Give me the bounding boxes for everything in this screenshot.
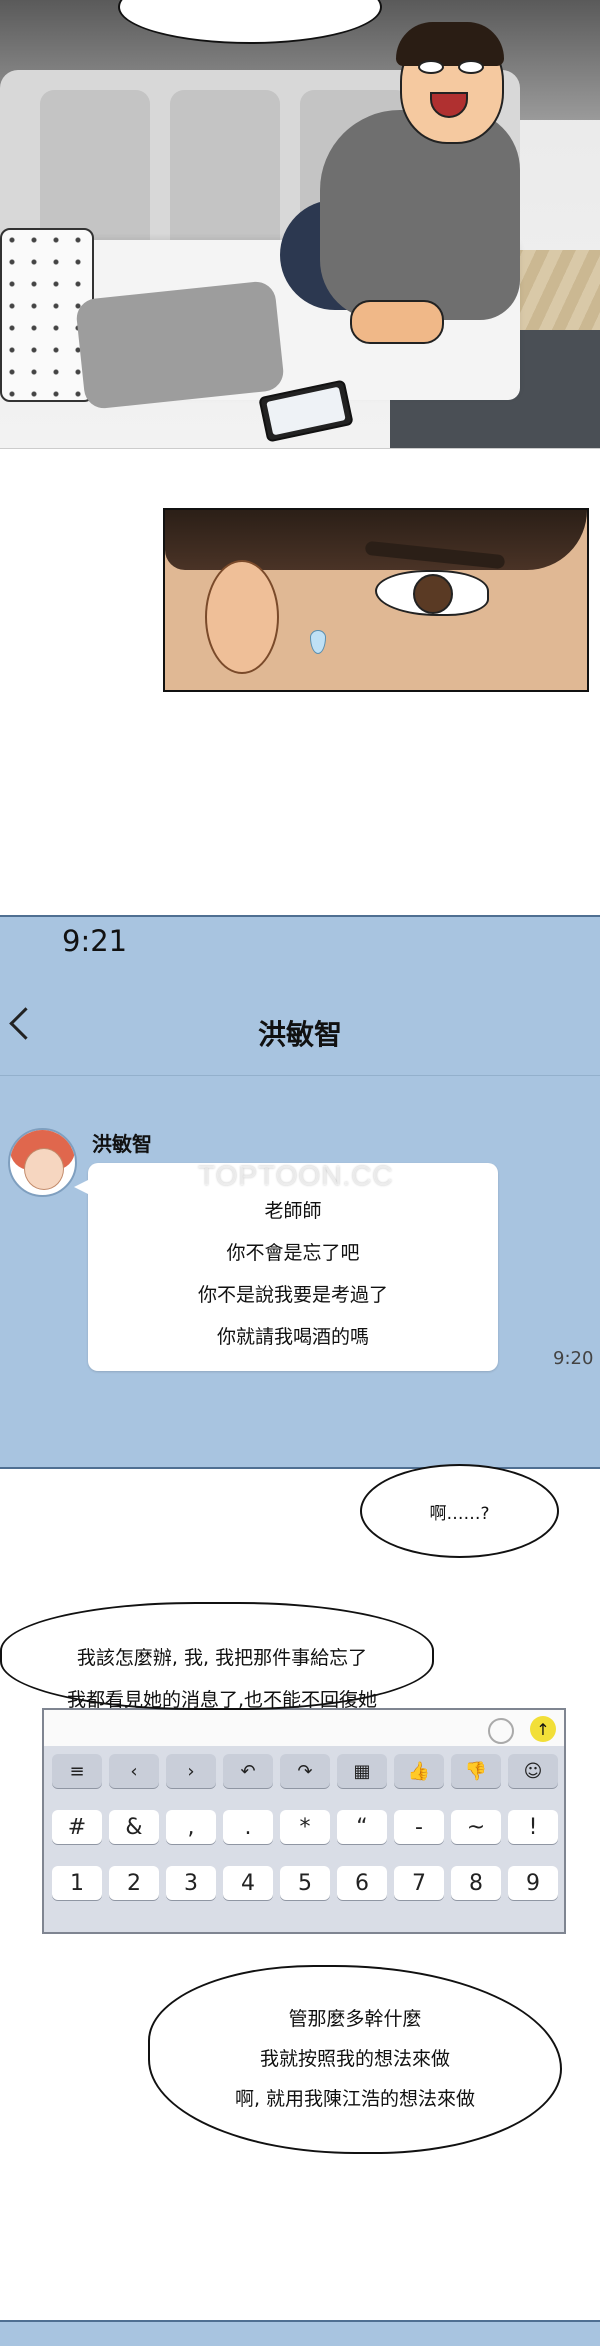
keyboard-toolbar-row: ≡ ‹ › ↶ ↷ ▦ 👍 👎 ☺: [44, 1754, 564, 1788]
character-eye: [418, 60, 444, 74]
message-timestamp: 9:20: [553, 1348, 594, 1369]
key[interactable]: 5: [280, 1866, 330, 1900]
cursor-left-key[interactable]: ‹: [109, 1754, 159, 1788]
grey-pillow: [74, 279, 286, 411]
key[interactable]: .: [223, 1810, 273, 1844]
key[interactable]: 4: [223, 1866, 273, 1900]
closeup-iris: [413, 574, 453, 614]
closeup-hair: [165, 510, 587, 570]
undo-key[interactable]: ↶: [223, 1754, 273, 1788]
speech-text-worried: 我該怎麼辦, 我, 我把那件事給忘了 我都看見她的消息了,也不能不回復她: [22, 1637, 422, 1721]
speech-line: 我該怎麼辦, 我, 我把那件事給忘了: [76, 1647, 368, 1669]
avatar[interactable]: [8, 1128, 77, 1197]
key[interactable]: 2: [109, 1866, 159, 1900]
menu-key[interactable]: ≡: [52, 1754, 102, 1788]
thought-bubble: 啊……?: [360, 1464, 559, 1558]
character-hair: [396, 22, 504, 66]
key[interactable]: 1: [52, 1866, 102, 1900]
message-line: 你就請我喝酒的嗎: [216, 1326, 369, 1348]
key[interactable]: !: [508, 1810, 558, 1844]
key[interactable]: *: [280, 1810, 330, 1844]
speech-line: 我就按照我的想法來做: [259, 2048, 450, 2070]
key[interactable]: 3: [166, 1866, 216, 1900]
character-body: [320, 110, 520, 320]
phone-keyboard: ↑ ≡ ‹ › ↶ ↷ ▦ 👍 👎 ☺ # & , . * “ - ~ ! 1 …: [42, 1708, 566, 1934]
comic-panel-closeup: [163, 508, 589, 692]
watermark: TOPTOON.CC: [198, 1160, 394, 1191]
key[interactable]: 9: [508, 1866, 558, 1900]
message-line: 你不是說我要是考過了: [197, 1284, 388, 1306]
key[interactable]: #: [52, 1810, 102, 1844]
key[interactable]: ,: [166, 1810, 216, 1844]
avatar-face: [24, 1148, 64, 1190]
keyboard-number-row: 1 2 3 4 5 6 7 8 9: [44, 1866, 564, 1900]
message-line: 你不會是忘了吧: [226, 1242, 360, 1264]
key[interactable]: 7: [394, 1866, 444, 1900]
comic-panel-living-room: [0, 0, 600, 449]
emoji-key[interactable]: ☺: [508, 1754, 558, 1788]
character-feet: [350, 300, 444, 344]
character-eye: [458, 60, 484, 74]
thumbs-down-key[interactable]: 👎: [451, 1754, 501, 1788]
message-text: 老師師 你不會是忘了吧 你不是說我要是考過了 你就請我喝酒的嗎: [88, 1190, 498, 1358]
keyboard-symbol-row: # & , . * “ - ~ !: [44, 1810, 564, 1844]
speech-text-decision: 管那麼多幹什麼 我就按照我的想法來做 啊, 就用我陳江浩的想法來做: [160, 1999, 550, 2119]
send-arrow-icon: ↑: [536, 1719, 550, 1739]
speech-line: 啊, 就用我陳江浩的想法來做: [234, 2088, 476, 2110]
header-divider: [0, 1075, 600, 1076]
closeup-ear: [205, 560, 279, 674]
key[interactable]: 8: [451, 1866, 501, 1900]
send-button[interactable]: ↑: [530, 1716, 556, 1742]
speech-line: 管那麼多幹什麼: [288, 2008, 422, 2030]
sender-name: 洪敏智: [92, 1132, 152, 1156]
key[interactable]: &: [109, 1810, 159, 1844]
calendar-key[interactable]: ▦: [337, 1754, 387, 1788]
thought-text: 啊……?: [429, 1503, 490, 1524]
next-panel-edge: [0, 2320, 600, 2346]
redo-key[interactable]: ↷: [280, 1754, 330, 1788]
key[interactable]: -: [394, 1810, 444, 1844]
chat-title: 洪敏智: [257, 1018, 342, 1051]
sweat-drop-icon: [310, 630, 326, 654]
key[interactable]: 6: [337, 1866, 387, 1900]
key[interactable]: “: [337, 1810, 387, 1844]
emoji-icon[interactable]: [488, 1718, 514, 1744]
thumbs-up-key[interactable]: 👍: [394, 1754, 444, 1788]
status-time: 9:21: [62, 924, 128, 958]
message-line: 老師師: [264, 1200, 322, 1222]
key[interactable]: ~: [451, 1810, 501, 1844]
cursor-right-key[interactable]: ›: [166, 1754, 216, 1788]
speech-line: 我都看見她的消息了,也不能不回復她: [66, 1689, 378, 1711]
